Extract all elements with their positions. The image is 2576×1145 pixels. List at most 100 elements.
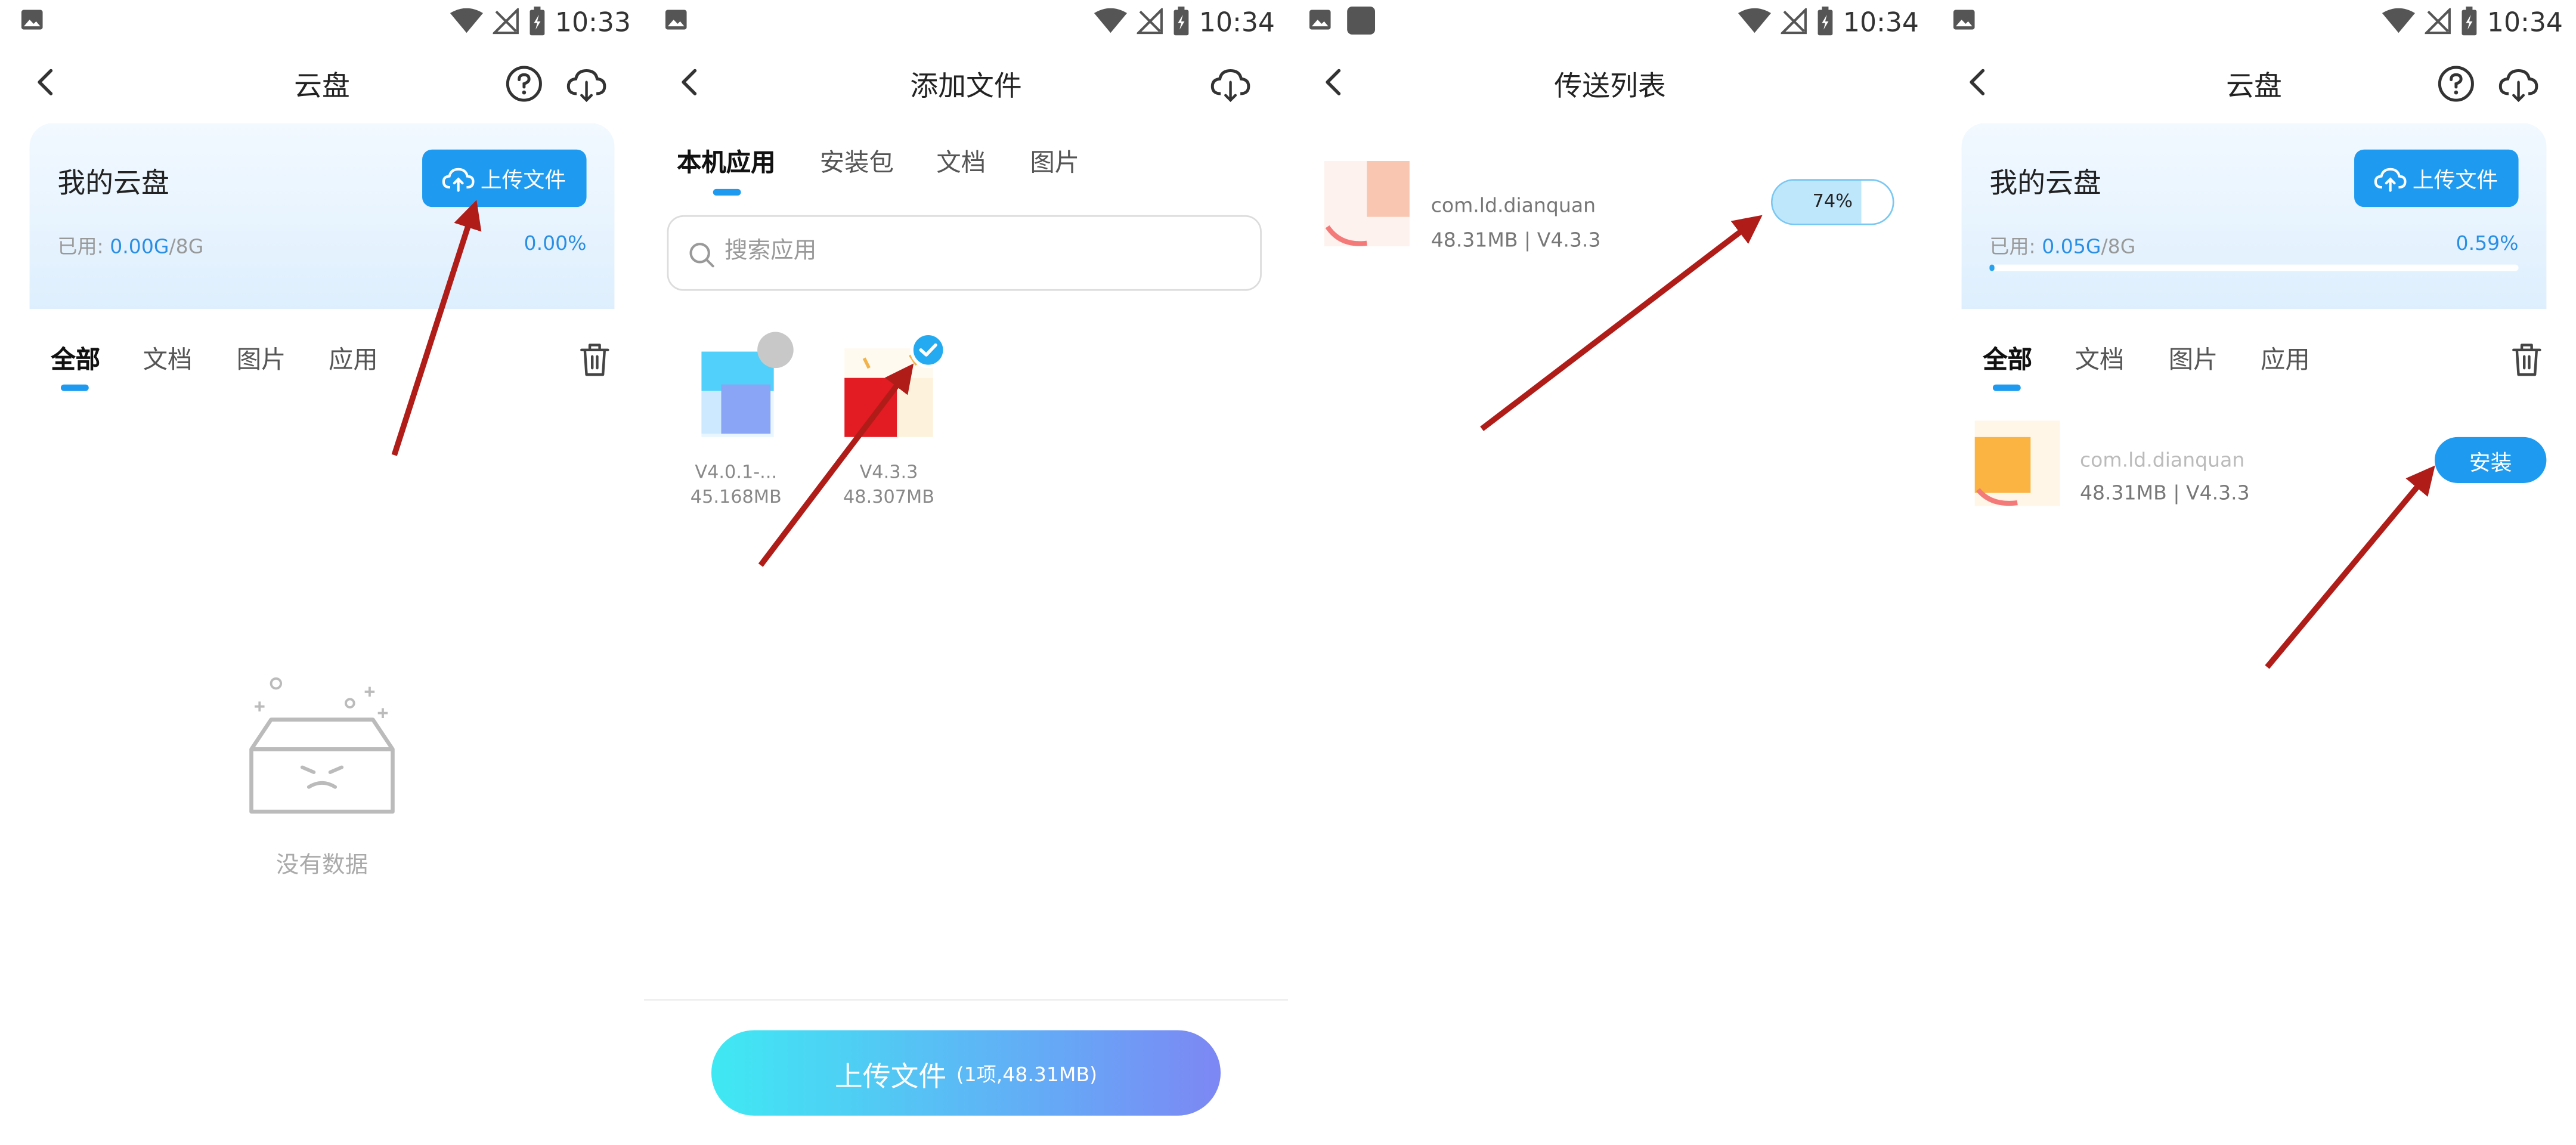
usage-percent: 0.00%	[524, 231, 587, 255]
header: 传送列表	[1288, 49, 1932, 115]
battery-icon	[530, 7, 545, 36]
empty-box-icon	[249, 677, 395, 814]
upload-file-button[interactable]: 上传文件	[2354, 149, 2519, 208]
screen-transfer-list: 10:34 传送列表 com.ld.dianquan 48.31MB | V4.…	[1287, 0, 1932, 1145]
search-input[interactable]	[721, 236, 1221, 267]
image-notification-icon	[1309, 10, 1331, 30]
help-icon[interactable]	[2435, 63, 2478, 106]
tab-apps[interactable]: 应用	[2261, 342, 2310, 376]
no-signal-icon	[1781, 8, 1807, 35]
screen-add-file: 10:34 添加文件 本机应用 安装包 文档 图片 V4.0.1-... 45.…	[643, 0, 1288, 1145]
tab-images[interactable]: 图片	[1030, 144, 1079, 179]
status-time: 10:34	[1843, 5, 1919, 37]
no-signal-icon	[1137, 8, 1163, 35]
upload-file-label: 上传文件	[480, 169, 566, 194]
install-button[interactable]: 安装	[2435, 437, 2547, 483]
file-app-icon	[1974, 420, 2060, 506]
upload-file-label: 上传文件	[2412, 169, 2498, 194]
usage-label: 已用:	[1989, 234, 2036, 258]
cloud-transfer-icon[interactable]	[1209, 63, 1252, 106]
file-meta: 48.31MB | V4.3.3	[2079, 481, 2250, 505]
app-icon	[692, 332, 794, 437]
tab-packages[interactable]: 安装包	[820, 144, 894, 179]
page-title: 传送列表	[1554, 70, 1666, 104]
app-icon	[844, 332, 946, 437]
selected-check-icon[interactable]	[910, 332, 946, 369]
search-box[interactable]	[667, 215, 1262, 291]
status-bar: 10:33	[0, 0, 644, 43]
usage-total: /8G	[2101, 234, 2136, 258]
file-name: com.ld.dianquan	[1431, 194, 1596, 217]
battery-icon	[1174, 7, 1189, 36]
tab-images[interactable]: 图片	[2169, 342, 2218, 376]
usage-percent: 0.59%	[2456, 231, 2519, 255]
wifi-icon	[1094, 8, 1127, 33]
app-item[interactable]: V4.0.1-... 45.168MB	[670, 332, 801, 509]
tab-documents[interactable]: 文档	[936, 144, 986, 179]
card-title: 我的云盘	[57, 168, 169, 201]
usage-label: 已用:	[57, 234, 104, 258]
trash-icon[interactable]	[2510, 342, 2543, 378]
tab-apps[interactable]: 应用	[329, 342, 378, 376]
app-notification-icon	[1347, 7, 1376, 35]
usage-total: /8G	[169, 234, 204, 258]
file-tabs: 全部 文档 图片 应用	[1932, 309, 2576, 391]
transfer-progress: 74%	[1770, 179, 1894, 225]
upload-files-detail: (1项,48.31MB)	[956, 1062, 1098, 1085]
active-tab-indicator	[60, 384, 89, 391]
divider	[643, 999, 1288, 1001]
checkmark-icon	[919, 343, 937, 357]
status-bar: 10:34	[1288, 0, 1932, 43]
file-meta: 48.31MB | V4.3.3	[1431, 228, 1601, 252]
status-bar: 10:34	[644, 0, 1288, 43]
app-version: V4.0.1-...	[695, 462, 778, 483]
app-version: V4.3.3	[859, 462, 918, 483]
image-notification-icon	[21, 10, 43, 30]
usage-progress-fill	[1989, 264, 1994, 271]
app-size: 48.307MB	[843, 486, 935, 508]
wifi-icon	[1738, 8, 1771, 33]
tab-documents[interactable]: 文档	[2075, 342, 2125, 376]
search-icon	[689, 243, 714, 268]
no-signal-icon	[493, 8, 519, 35]
cloud-upload-icon	[443, 167, 475, 191]
app-item[interactable]: V4.3.3 48.307MB	[823, 332, 954, 509]
status-time: 10:34	[1199, 5, 1275, 37]
status-bar: 10:34	[1932, 0, 2576, 43]
wifi-icon	[450, 8, 483, 33]
status-time: 10:33	[555, 5, 631, 37]
page-title: 云盘	[2226, 70, 2282, 104]
usage-value: 0.05G	[2042, 234, 2101, 258]
usage-text: 已用: 0.05G/8G	[1989, 231, 2135, 259]
upload-files-button[interactable]: 上传文件 (1项,48.31MB)	[711, 1030, 1221, 1116]
battery-icon	[1818, 7, 1833, 36]
page-title: 添加文件	[910, 70, 1022, 104]
usage-value: 0.00G	[110, 234, 169, 258]
tab-all[interactable]: 全部	[51, 342, 100, 376]
usage-progress-bar	[1989, 264, 2519, 271]
trash-icon[interactable]	[578, 342, 611, 378]
cloud-upload-icon	[2375, 167, 2407, 191]
wifi-icon	[2382, 8, 2415, 33]
unselected-circle-icon[interactable]	[757, 332, 794, 369]
page-title: 云盘	[294, 70, 350, 104]
no-signal-icon	[2425, 8, 2451, 35]
status-time: 10:34	[2487, 5, 2563, 37]
usage-text: 已用: 0.00G/8G	[57, 231, 203, 259]
active-tab-indicator	[1992, 384, 2021, 391]
screen-cloud-empty: 10:33 云盘 我的云盘 上传文件 已用: 0.00G/8G 0.00% 全部…	[0, 0, 644, 1145]
file-name: com.ld.dianquan	[2079, 448, 2245, 472]
tab-all[interactable]: 全部	[1983, 342, 2032, 376]
cloud-transfer-icon[interactable]	[2497, 63, 2540, 106]
file-sheet: 全部 文档 图片 应用 没有数据	[0, 308, 644, 1145]
header: 添加文件	[644, 49, 1288, 115]
tab-documents[interactable]: 文档	[143, 342, 193, 376]
file-tabs: 全部 文档 图片 应用	[0, 309, 644, 391]
image-notification-icon	[1953, 10, 1975, 30]
tab-images[interactable]: 图片	[237, 342, 286, 376]
tab-local-apps[interactable]: 本机应用	[677, 144, 775, 179]
help-icon[interactable]	[503, 63, 546, 106]
header: 云盘	[0, 49, 644, 115]
cloud-transfer-icon[interactable]	[565, 63, 608, 106]
upload-file-button[interactable]: 上传文件	[422, 149, 587, 208]
